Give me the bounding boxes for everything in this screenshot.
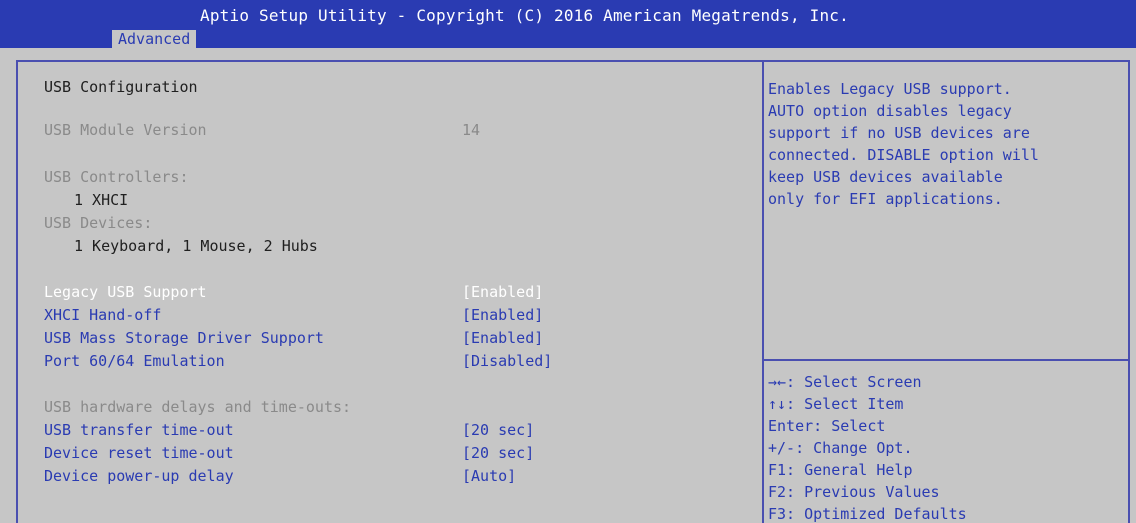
device-power-up-delay-value[interactable]: [Auto] [462, 466, 516, 486]
help-divider [764, 359, 1130, 361]
port-emulation-value[interactable]: [Disabled] [462, 351, 552, 371]
key-hint-select-item: ↑↓: Select Item [768, 395, 904, 413]
usb-devices-value: 1 Keyboard, 1 Mouse, 2 Hubs [74, 237, 318, 255]
key-hint-previous-values: F2: Previous Values [768, 483, 940, 501]
usb-controllers-label: USB Controllers: [44, 168, 189, 186]
help-line: only for EFI applications. [768, 190, 1003, 208]
page-title: USB Configuration [44, 78, 198, 96]
tab-advanced[interactable]: Advanced [112, 30, 197, 49]
help-line: Enables Legacy USB support. [768, 80, 1012, 98]
usb-mass-storage-label[interactable]: USB Mass Storage Driver Support [44, 328, 324, 348]
bios-screen: Aptio Setup Utility - Copyright (C) 2016… [0, 0, 1136, 523]
legacy-usb-support-value[interactable]: [Enabled] [462, 282, 543, 302]
usb-transfer-timeout-label[interactable]: USB transfer time-out [44, 420, 234, 440]
port-emulation-label[interactable]: Port 60/64 Emulation [44, 351, 225, 371]
xhci-hand-off-value[interactable]: [Enabled] [462, 305, 543, 325]
device-reset-timeout-label[interactable]: Device reset time-out [44, 443, 234, 463]
device-reset-timeout-value[interactable]: [20 sec] [462, 443, 534, 463]
key-hint-select-screen: →←: Select Screen [768, 373, 922, 391]
usb-transfer-timeout-value[interactable]: [20 sec] [462, 420, 534, 440]
title-bar: Aptio Setup Utility - Copyright (C) 2016… [0, 0, 1136, 49]
delays-heading: USB hardware delays and time-outs: [44, 398, 352, 416]
usb-devices-label: USB Devices: [44, 214, 153, 232]
key-hint-optimized-defaults: F3: Optimized Defaults [768, 505, 967, 523]
legacy-usb-support-label[interactable]: Legacy USB Support [44, 282, 207, 302]
device-power-up-delay-label[interactable]: Device power-up delay [44, 466, 234, 486]
help-line: connected. DISABLE option will [768, 146, 1039, 164]
panel-divider [762, 60, 764, 523]
help-line: support if no USB devices are [768, 124, 1030, 142]
key-hint-change-opt: +/-: Change Opt. [768, 439, 913, 457]
key-hint-enter: Enter: Select [768, 417, 886, 435]
xhci-hand-off-label[interactable]: XHCI Hand-off [44, 305, 161, 325]
title-text: Aptio Setup Utility - Copyright (C) 2016… [200, 6, 849, 25]
usb-module-version-label: USB Module Version [44, 121, 207, 139]
help-line: AUTO option disables legacy [768, 102, 1012, 120]
usb-controllers-value: 1 XHCI [74, 191, 129, 209]
usb-mass-storage-value[interactable]: [Enabled] [462, 328, 543, 348]
usb-module-version-value: 14 [462, 121, 481, 139]
help-line: keep USB devices available [768, 168, 1003, 186]
key-hint-general-help: F1: General Help [768, 461, 913, 479]
